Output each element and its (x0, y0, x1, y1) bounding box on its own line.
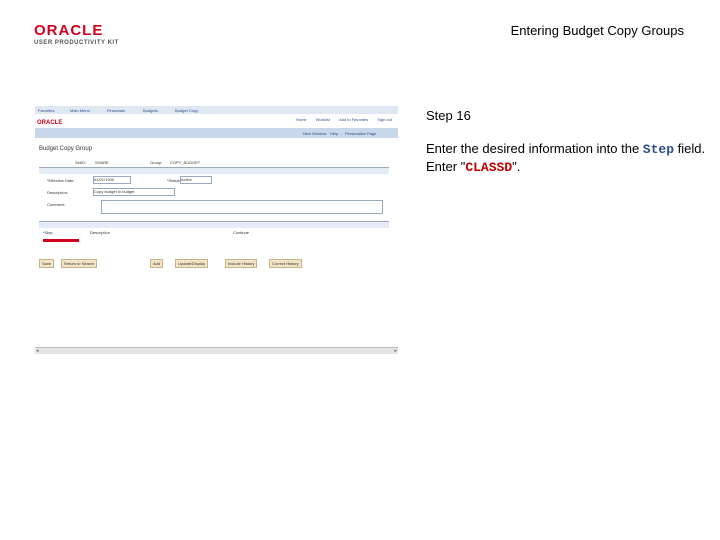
instruction-text-before: Enter the desired information into the (426, 141, 643, 156)
app-top-links: Home Worklist Add to Favorites Sign out (288, 117, 392, 122)
link-home[interactable]: Home (296, 117, 307, 122)
scroll-right-icon[interactable]: ▸ (394, 348, 397, 354)
group-value: COPY_BUDGET (170, 160, 201, 165)
steps-grid-header (39, 221, 389, 228)
save-button[interactable]: Save (39, 259, 55, 268)
link-add-favorites[interactable]: Add to Favorites (339, 117, 368, 122)
instruction-panel: Step 16 Enter the desired information in… (426, 107, 720, 176)
instruction-value: CLASSD (465, 160, 513, 175)
status-select[interactable]: Active (180, 176, 212, 184)
status-label: *Status: (167, 178, 182, 183)
nav-main-menu[interactable]: Main Menu (70, 108, 90, 113)
setid-value: SHARE (95, 160, 109, 165)
step-column-header: *Step (43, 230, 53, 235)
setid-label: SetID: (75, 160, 87, 165)
group-label: Group: (150, 160, 163, 165)
link-sign-out[interactable]: Sign out (377, 117, 392, 122)
description-column-header: Description (90, 230, 111, 235)
effdt-header-bar (39, 167, 389, 174)
comment-label: Comment: (47, 202, 66, 207)
upk-logo-subtitle: USER PRODUCTIVITY KIT (34, 40, 119, 46)
status-value: Active (181, 177, 192, 182)
description-label: Description: (47, 190, 69, 195)
application-screenshot: Favorites Main Menu Financials Budgets B… (35, 106, 398, 354)
scroll-left-icon[interactable]: ◂ (36, 348, 39, 354)
continue-column-header: Continue (233, 230, 250, 235)
nav-favorites[interactable]: Favorites (38, 108, 54, 113)
step-field-highlight[interactable] (43, 239, 79, 242)
description-value: Copy budget to budget (94, 189, 135, 194)
app-oracle-logo: ORACLE (37, 120, 63, 126)
slide-title: Entering Budget Copy Groups (510, 23, 684, 38)
step-number: Step 16 (426, 108, 471, 123)
instruction-field-name: Step (642, 142, 675, 157)
return-to-search-button[interactable]: Return to Search (61, 259, 98, 268)
description-input[interactable]: Copy budget to budget (93, 188, 175, 196)
comment-textarea[interactable] (101, 200, 383, 214)
nav-financials[interactable]: Financials (107, 108, 125, 113)
effective-date-value: 01/01/1900 (94, 177, 115, 182)
update-display-button[interactable]: Update/Display (175, 259, 209, 268)
link-help[interactable]: Help (330, 131, 338, 136)
app-page-title: Budget Copy Group (39, 146, 93, 152)
app-nav-bar: Favorites Main Menu Financials Budgets B… (35, 106, 398, 114)
correct-history-button[interactable]: Correct History (269, 259, 302, 268)
nav-budgets[interactable]: Budgets (143, 108, 158, 113)
oracle-upk-logo: ORACLE USER PRODUCTIVITY KIT (34, 22, 134, 46)
oracle-logo-text: ORACLE (34, 22, 104, 39)
horizontal-scrollbar[interactable]: ◂ ▸ (35, 347, 398, 354)
include-history-button[interactable]: Include History (225, 259, 258, 268)
add-button[interactable]: Add (150, 259, 164, 268)
link-worklist[interactable]: Worklist (316, 117, 330, 122)
nav-budget-copy[interactable]: Budget Copy (175, 108, 198, 113)
link-new-window[interactable]: New Window (303, 131, 326, 136)
effective-date-label: *Effective Date: (47, 178, 75, 183)
link-personalize-page[interactable]: Personalize Page (345, 131, 376, 136)
effective-date-input[interactable]: 01/01/1900 (93, 176, 131, 184)
instruction-text: Enter the desired information into the S… (426, 140, 720, 176)
app-header-band: New Window Help Personalize Page (35, 128, 398, 138)
instruction-text-after: ". (512, 159, 521, 174)
